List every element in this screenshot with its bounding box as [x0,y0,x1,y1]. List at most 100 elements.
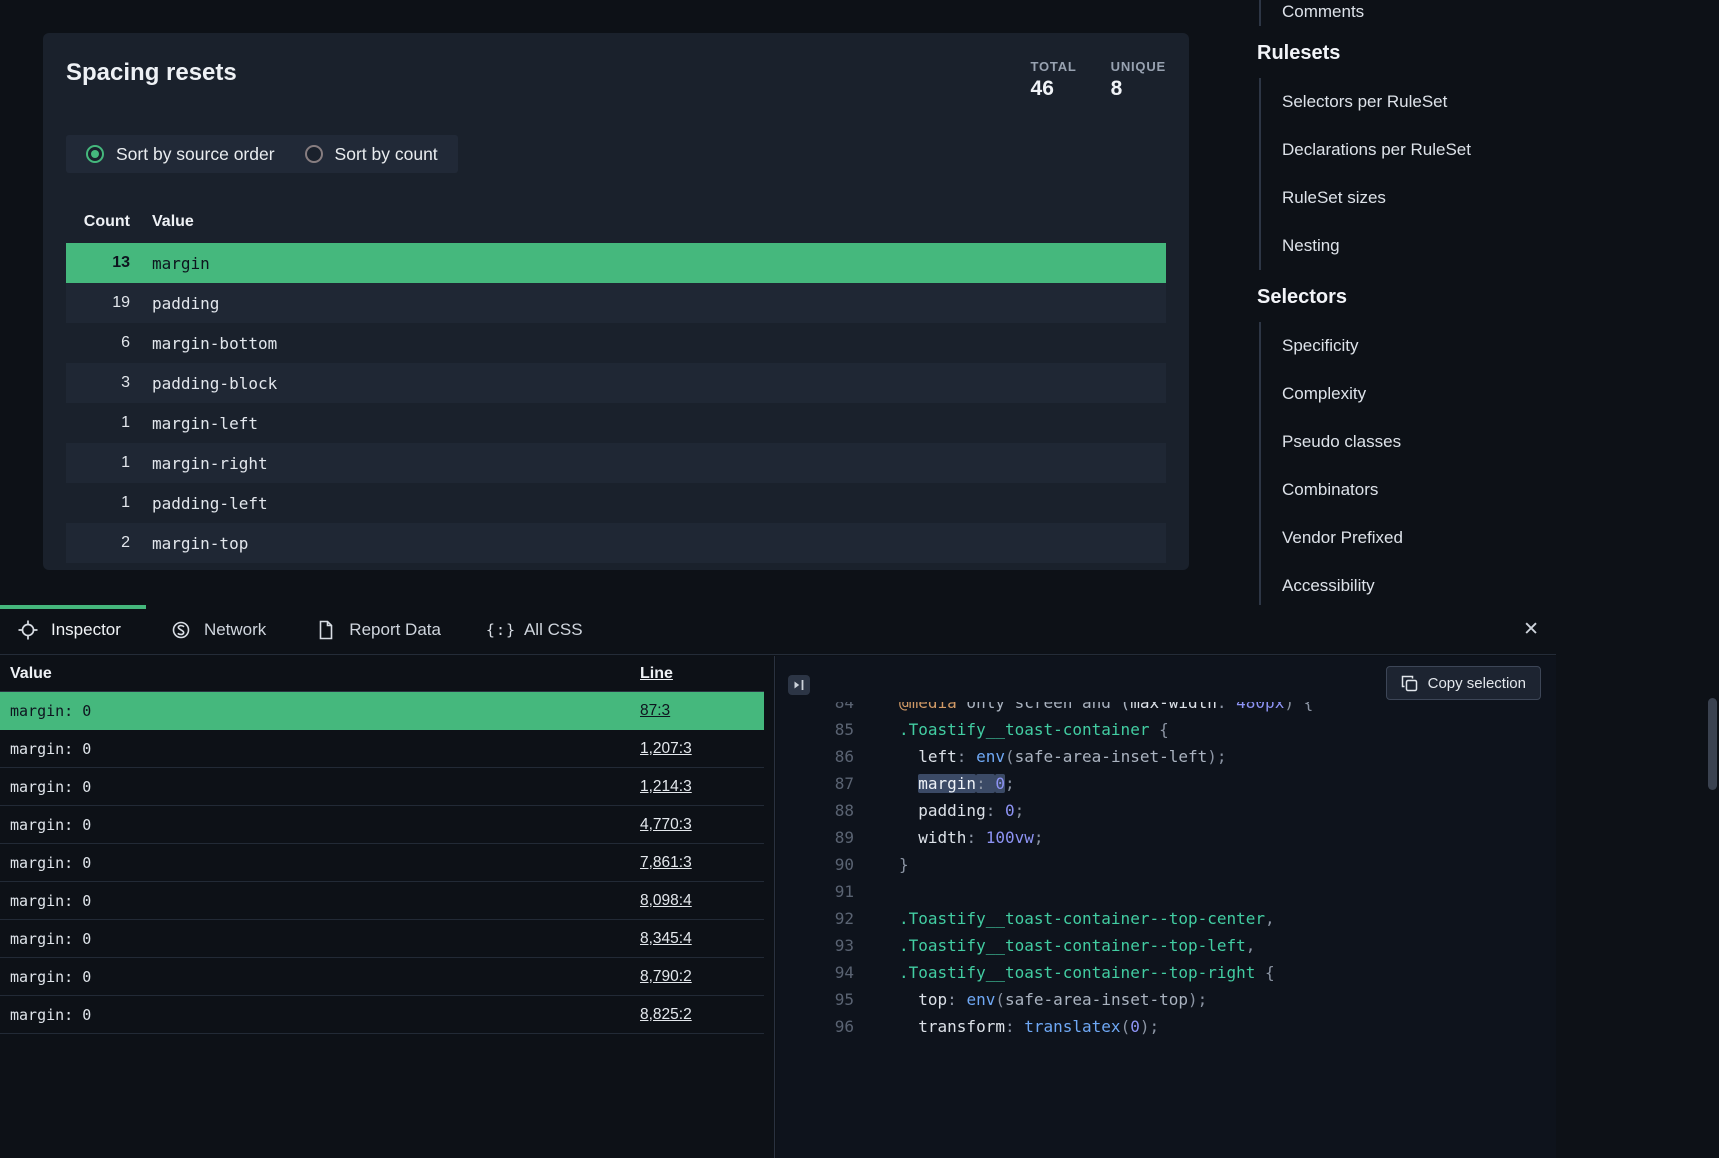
inspector-panel: InspectorNetworkReport Data{:}All CSS✕ V… [0,605,1556,1158]
count-cell: 3 [66,374,130,392]
sidebar-item-pseudo-classes[interactable]: Pseudo classes [1261,418,1556,466]
expand-panel-button[interactable] [788,675,810,695]
line-link[interactable]: 8,825:2 [640,1006,692,1024]
line-number: 85 [776,716,854,743]
tab-bar: Inspector Network Report Data {:}All CSS ✕ [0,605,1556,655]
sidebar-item-selectors-per-ruleset[interactable]: Selectors per RuleSet [1261,78,1556,126]
result-row[interactable]: margin: 08,098:4 [0,882,764,920]
line-link[interactable]: 7,861:3 [640,854,692,872]
result-value-cell: margin: 0 [0,740,640,758]
table-row[interactable]: 2margin-top [66,523,1166,563]
radio-icon[interactable] [305,145,323,163]
sidebar-item-comments[interactable]: Comments [1261,0,1556,26]
code-line-text: .Toastify__toast-container--top-center, [854,905,1275,932]
value-cell: padding [152,294,219,313]
sidebar-section-title-rulesets: Rulesets [1230,38,1556,68]
sidebar-group-selectors: SpecificityComplexityPseudo classesCombi… [1259,322,1556,610]
code-line: 91 [776,878,1556,905]
line-number: 86 [776,743,854,770]
result-row[interactable]: margin: 087:3 [0,692,764,730]
result-value-cell: margin: 0 [0,1006,640,1024]
line-link[interactable]: 4,770:3 [640,816,692,834]
table-row[interactable]: 13margin [66,243,1166,283]
result-value-cell: margin: 0 [0,968,640,986]
code-viewer[interactable]: 84@media only screen and (max-width: 480… [776,702,1556,1158]
code-line-text: transform: translatex(0); [854,1013,1159,1040]
tab-network[interactable]: Network [146,605,291,654]
table-row[interactable]: 6margin-bottom [66,323,1166,363]
result-row[interactable]: margin: 08,825:2 [0,996,764,1034]
line-link[interactable]: 1,214:3 [640,778,692,796]
sidebar-nav: Comments Rulesets Selectors per RuleSetDe… [1230,0,1556,610]
line-number: 90 [776,851,854,878]
stat-unique: UNIQUE8 [1111,59,1166,101]
code-line: 92.Toastify__toast-container--top-center… [776,905,1556,932]
sidebar-item-vendor-prefixed[interactable]: Vendor Prefixed [1261,514,1556,562]
tab-report-data[interactable]: Report Data [291,605,466,654]
value-cell: margin-right [152,454,268,473]
code-line: 84@media only screen and (max-width: 480… [776,702,1556,716]
count-cell: 1 [66,454,130,472]
line-number: 87 [776,770,854,797]
line-number: 89 [776,824,854,851]
sidebar-item-accessibility[interactable]: Accessibility [1261,562,1556,610]
sidebar-group-rulesets: Selectors per RuleSetDeclarations per Ru… [1259,78,1556,270]
results-pane: Value Line margin: 087:3margin: 01,207:3… [0,656,775,1158]
tab-all-css[interactable]: {:}All CSS [466,605,608,654]
radio-selected-icon[interactable] [86,145,104,163]
sidebar-item-nesting[interactable]: Nesting [1261,222,1556,270]
document-icon [316,620,336,640]
line-link[interactable]: 1,207:3 [640,740,692,758]
result-row[interactable]: margin: 08,345:4 [0,920,764,958]
page-title: Spacing resets [66,57,237,89]
sidebar-item-complexity[interactable]: Complexity [1261,370,1556,418]
code-line: 95 top: env(safe-area-inset-top); [776,986,1556,1013]
spacing-resets-card: Spacing resets TOTAL46UNIQUE8 Sort by so… [43,33,1189,570]
table-row[interactable]: 3padding-block [66,363,1166,403]
copy-icon [1401,675,1418,692]
tab-label: Report Data [349,620,441,640]
sidebar-partial-group: Comments [1259,0,1556,26]
sidebar-item-declarations-per-ruleset[interactable]: Declarations per RuleSet [1261,126,1556,174]
count-cell: 1 [66,494,130,512]
network-icon [171,620,191,640]
sort-options: Sort by source order Sort by count [66,135,458,173]
results-line-header[interactable]: Line [640,665,673,683]
page-scrollbar-thumb[interactable] [1708,698,1717,790]
line-link[interactable]: 8,098:4 [640,892,692,910]
spacing-table: Count Value 13margin19padding6margin-bot… [66,213,1166,563]
value-cell: margin [152,254,210,273]
code-line: 86 left: env(safe-area-inset-left); [776,743,1556,770]
result-row[interactable]: margin: 07,861:3 [0,844,764,882]
sidebar-item-specificity[interactable]: Specificity [1261,322,1556,370]
close-icon[interactable]: ✕ [1523,605,1539,654]
expand-panel-icon [792,679,806,691]
crosshair-icon [18,620,38,640]
value-cell: margin-top [152,534,248,553]
copy-selection-button[interactable]: Copy selection [1386,666,1541,700]
tab-inspector[interactable]: Inspector [0,605,146,654]
table-row[interactable]: 1padding-left [66,483,1166,523]
result-row[interactable]: margin: 04,770:3 [0,806,764,844]
sort-option-label: Sort by count [335,144,438,165]
line-link[interactable]: 87:3 [640,702,670,720]
tab-label: Inspector [51,620,121,640]
sort-option-sort-by-count[interactable]: Sort by count [305,144,438,165]
sort-option-sort-by-source-order[interactable]: Sort by source order [86,144,275,165]
line-link[interactable]: 8,345:4 [640,930,692,948]
sidebar-item-combinators[interactable]: Combinators [1261,466,1556,514]
result-row[interactable]: margin: 01,214:3 [0,768,764,806]
code-toolbar: Copy selection [776,656,1556,702]
line-link[interactable]: 8,790:2 [640,968,692,986]
table-row[interactable]: 1margin-left [66,403,1166,443]
stat-value: 46 [1031,77,1077,101]
result-row[interactable]: margin: 01,207:3 [0,730,764,768]
result-row[interactable]: margin: 08,790:2 [0,958,764,996]
code-line: 89 width: 100vw; [776,824,1556,851]
value-cell: margin-left [152,414,258,433]
stat-label: UNIQUE [1111,59,1166,74]
sidebar-item-ruleset-sizes[interactable]: RuleSet sizes [1261,174,1556,222]
table-row[interactable]: 19padding [66,283,1166,323]
code-line-text: .Toastify__toast-container--top-left, [854,932,1255,959]
table-row[interactable]: 1 margin-right [66,443,1166,483]
